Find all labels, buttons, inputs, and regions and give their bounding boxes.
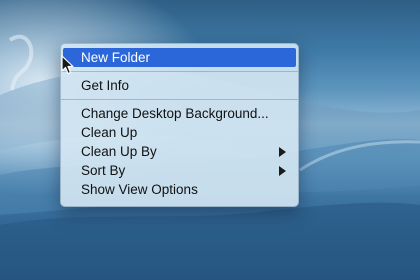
menu-item-show-view-options[interactable]: Show View Options xyxy=(61,180,298,199)
menu-item-sort-by[interactable]: Sort By xyxy=(61,161,298,180)
menu-item-label: Get Info xyxy=(81,78,130,93)
menu-item-label: Show View Options xyxy=(81,182,198,197)
menu-item-label: New Folder xyxy=(81,50,151,65)
arrow-cursor-icon xyxy=(61,55,74,75)
menu-separator xyxy=(61,71,298,72)
menu-separator xyxy=(61,99,298,100)
menu-item-label: Clean Up By xyxy=(81,144,157,159)
chevron-right-icon xyxy=(279,166,286,176)
menu-item-label: Sort By xyxy=(81,163,126,178)
menu-item-get-info[interactable]: Get Info xyxy=(61,76,298,95)
desktop-context-menu: New Folder Get Info Change Desktop Backg… xyxy=(60,43,299,207)
menu-item-label: Clean Up xyxy=(81,125,138,140)
menu-item-clean-up-by[interactable]: Clean Up By xyxy=(61,142,298,161)
menu-item-new-folder[interactable]: New Folder xyxy=(63,48,296,67)
menu-item-label: Change Desktop Background... xyxy=(81,106,269,121)
menu-item-clean-up[interactable]: Clean Up xyxy=(61,123,298,142)
menu-item-change-desktop-background[interactable]: Change Desktop Background... xyxy=(61,104,298,123)
chevron-right-icon xyxy=(279,147,286,157)
